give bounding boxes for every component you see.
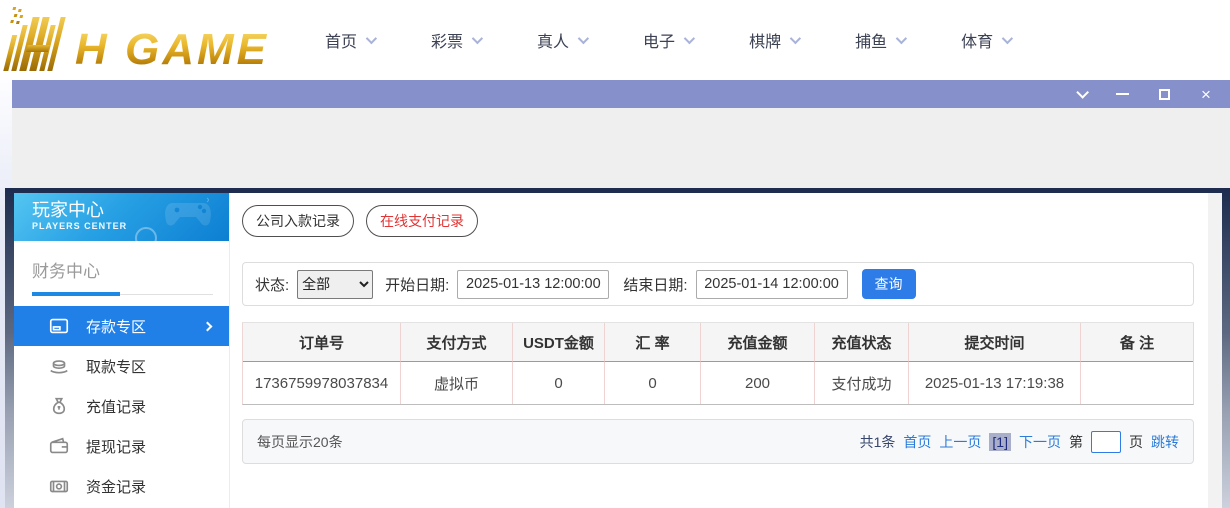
- main-window-body: 玩家中心 PLAYERS CENTER 财务中心 存款专区 取款专区 充值记录 …: [14, 193, 1222, 508]
- records-table: 订单号 支付方式 USDT金额 汇 率 充值金额 充值状态 提交时间 备 注 1…: [242, 322, 1194, 405]
- cell-usdt-amount: 0: [513, 362, 605, 404]
- start-date-label: 开始日期:: [385, 276, 450, 294]
- chevron-down-icon: [365, 32, 378, 45]
- pagination-bar: 每页显示20条 共1条 首页 上一页 [1] 下一页 第 页 跳转: [242, 419, 1194, 464]
- col-header-order-no: 订单号: [243, 323, 401, 362]
- col-header-recharge-status: 充值状态: [815, 323, 909, 362]
- logo-dots-decoration: [12, 7, 17, 10]
- funds-icon: [48, 475, 70, 497]
- page-number-input[interactable]: [1091, 430, 1121, 453]
- site-logo[interactable]: H GAME: [3, 7, 269, 75]
- cell-remark: [1081, 362, 1193, 404]
- wallet-icon: [48, 435, 70, 457]
- nav-item-chess[interactable]: 棋牌: [749, 28, 802, 52]
- col-header-submit-time: 提交时间: [909, 323, 1081, 362]
- content-panel: 公司入款记录 在线支付记录 状态: 全部 开始日期: 结束日期: 查询 订单号: [230, 193, 1208, 508]
- cell-pay-method: 虚拟币: [401, 362, 513, 404]
- main-nav: 首页 彩票 真人 电子 棋牌 捕鱼 体育: [325, 28, 1014, 52]
- site-header: H GAME 首页 彩票 真人 电子 棋牌 捕鱼 体育: [0, 0, 1230, 80]
- nav-item-fishing[interactable]: 捕鱼: [855, 28, 908, 52]
- cell-recharge-amount: 200: [701, 362, 815, 404]
- start-date-input[interactable]: [457, 269, 610, 299]
- sidebar-item-withdrawal-records[interactable]: 提现记录: [14, 426, 229, 466]
- chevron-down-icon: [789, 32, 802, 45]
- nav-item-sports[interactable]: 体育: [961, 28, 1014, 52]
- next-page-link[interactable]: 下一页: [1019, 432, 1061, 452]
- jump-link[interactable]: 跳转: [1151, 432, 1179, 452]
- nav-item-home[interactable]: 首页: [325, 28, 378, 52]
- minimize-icon[interactable]: [1114, 86, 1130, 102]
- sidebar-section-divider: [32, 292, 213, 296]
- current-page-indicator[interactable]: [1]: [989, 432, 1011, 451]
- sidebar-item-recharge-records[interactable]: 充值记录: [14, 386, 229, 426]
- sidebar-menu: 存款专区 取款专区 充值记录 提现记录 资金记录: [14, 306, 229, 506]
- search-button[interactable]: 查询: [861, 269, 916, 299]
- sidebar: 玩家中心 PLAYERS CENTER 财务中心 存款专区 取款专区 充值记录 …: [14, 193, 230, 508]
- chevron-down-icon: [895, 32, 908, 45]
- page-size-text: 每页显示20条: [257, 433, 343, 450]
- cell-recharge-status: 支付成功: [815, 362, 909, 404]
- nav-item-live[interactable]: 真人: [537, 28, 590, 52]
- col-header-recharge-amount: 充值金额: [701, 323, 815, 362]
- sidebar-item-withdraw-zone[interactable]: 取款专区: [14, 346, 229, 386]
- window-toolbar-area: [12, 108, 1230, 188]
- first-page-link[interactable]: 首页: [903, 432, 931, 452]
- jump-prefix-label: 第: [1069, 433, 1083, 450]
- window-titlebar: ×: [12, 80, 1230, 108]
- sidebar-item-deposit-zone[interactable]: 存款专区: [14, 306, 229, 346]
- col-header-remark: 备 注: [1081, 323, 1193, 362]
- chevron-right-icon: [202, 321, 213, 331]
- pagination-controls: 共1条 首页 上一页 [1] 下一页 第 页 跳转: [859, 430, 1179, 453]
- filter-bar: 状态: 全部 开始日期: 结束日期: 查询: [242, 262, 1194, 306]
- end-date-label: 结束日期:: [623, 276, 688, 294]
- gamepad-icon: [165, 197, 211, 226]
- status-label: 状态:: [255, 276, 290, 294]
- sidebar-header: 玩家中心 PLAYERS CENTER: [14, 193, 229, 241]
- chevron-down-icon: [577, 32, 590, 45]
- money-bag-icon: [48, 395, 70, 417]
- cell-rate: 0: [605, 362, 701, 404]
- cell-order-no: 1736759978037834: [243, 362, 401, 404]
- jump-suffix-label: 页: [1129, 433, 1143, 450]
- record-tabs: 公司入款记录 在线支付记录: [242, 205, 1194, 237]
- sidebar-section-title: 财务中心: [32, 262, 100, 281]
- chevron-down-icon: [1001, 32, 1014, 45]
- logo-bars-icon: [3, 7, 73, 71]
- sidebar-item-funds-records[interactable]: 资金记录: [14, 466, 229, 506]
- close-icon[interactable]: ×: [1198, 86, 1214, 103]
- total-count: 共1条: [859, 433, 896, 450]
- col-header-rate: 汇 率: [605, 323, 701, 362]
- tab-online-payment-records[interactable]: 在线支付记录: [366, 205, 478, 237]
- withdraw-hand-icon: [48, 355, 70, 377]
- maximize-icon[interactable]: [1156, 86, 1172, 102]
- chevron-down-icon: [471, 32, 484, 45]
- prev-page-link[interactable]: 上一页: [939, 432, 981, 452]
- cell-submit-time: 2025-01-13 17:19:38: [909, 362, 1081, 404]
- page: H GAME 首页 彩票 真人 电子 棋牌 捕鱼 体育 × 玩家中心 PLAYE…: [0, 0, 1230, 508]
- main-window-frame: 玩家中心 PLAYERS CENTER 财务中心 存款专区 取款专区 充值记录 …: [5, 188, 1230, 508]
- tab-company-deposit-records[interactable]: 公司入款记录: [242, 205, 354, 237]
- logo-text: H GAME: [75, 25, 269, 75]
- titlebar-chevron-down-icon[interactable]: [1072, 85, 1089, 102]
- end-date-input[interactable]: [695, 269, 848, 299]
- nav-item-lottery[interactable]: 彩票: [431, 28, 484, 52]
- nav-item-slots[interactable]: 电子: [643, 28, 696, 52]
- chevron-down-icon: [683, 32, 696, 45]
- status-select[interactable]: 全部: [297, 269, 374, 299]
- deposit-card-icon: [48, 315, 70, 337]
- col-header-usdt-amount: USDT金额: [513, 323, 605, 362]
- col-header-pay-method: 支付方式: [401, 323, 513, 362]
